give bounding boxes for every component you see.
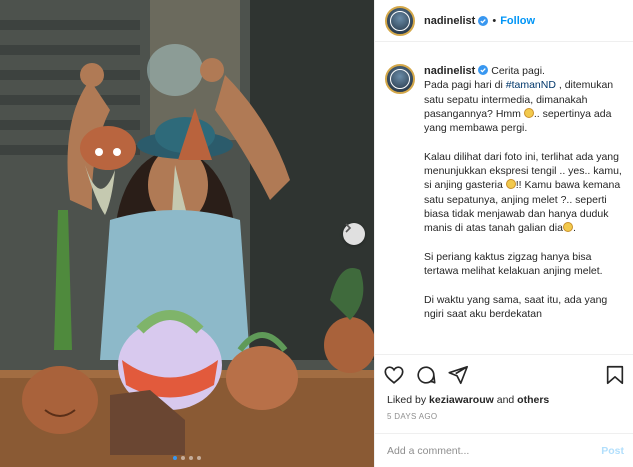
grinning-emoji-icon (505, 179, 516, 190)
post-photo[interactable] (0, 0, 374, 467)
post-caption: nadinelist Cerita pagi. Pada pagi hari d… (375, 52, 633, 354)
verified-badge-icon (478, 65, 489, 75)
chevron-right-icon (345, 223, 352, 233)
comment-input[interactable] (387, 445, 602, 457)
caption-part-5: . Si periang kaktus zigzag hanya bisa te… (424, 222, 608, 321)
carousel-next-button[interactable] (343, 223, 365, 245)
avatar[interactable] (385, 5, 415, 36)
thinking-emoji-icon (523, 107, 534, 118)
liked-by-others-link[interactable]: others (517, 394, 549, 406)
carousel-dot (189, 456, 193, 460)
comment-icon[interactable] (415, 364, 437, 386)
comment-box: Post (375, 433, 633, 467)
caption-username[interactable]: nadinelist (424, 65, 475, 77)
photo-illustration (0, 0, 374, 467)
smiling-emoji-icon (562, 222, 573, 233)
caption-avatar[interactable] (385, 64, 415, 94)
carousel-dot (197, 456, 201, 460)
follow-button[interactable]: Follow (500, 15, 535, 27)
post-timestamp[interactable]: 5 DAYS AGO (387, 412, 437, 421)
likes-and: and (493, 394, 518, 406)
carousel-dots (0, 456, 374, 460)
verified-badge-icon (478, 15, 489, 26)
caption-body: nadinelist Cerita pagi. Pada pagi hari d… (424, 64, 624, 354)
likes-summary: Liked by keziawarouw and others (387, 394, 549, 406)
carousel-dot-active (173, 456, 177, 460)
likes-prefix: Liked by (387, 394, 430, 406)
action-icons (383, 364, 469, 386)
heart-icon[interactable] (383, 364, 405, 386)
carousel-dot (181, 456, 185, 460)
caption-text: nadinelist Cerita pagi. Pada pagi hari d… (424, 64, 624, 321)
header-separator: • (492, 14, 497, 27)
liked-by-user-link[interactable]: keziawarouw (429, 394, 494, 406)
post-header: nadinelist • Follow (375, 0, 633, 42)
post-side-panel: nadinelist • Follow nadinelist Cerita pa… (374, 0, 633, 467)
post-comment-button[interactable]: Post (601, 445, 624, 457)
header-username[interactable]: nadinelist (424, 15, 475, 27)
hashtag-link[interactable]: #tamanND (506, 79, 556, 91)
share-icon[interactable] (447, 364, 469, 386)
post-actions: Liked by keziawarouw and others 5 DAYS A… (375, 354, 633, 467)
bookmark-icon[interactable] (604, 364, 626, 386)
